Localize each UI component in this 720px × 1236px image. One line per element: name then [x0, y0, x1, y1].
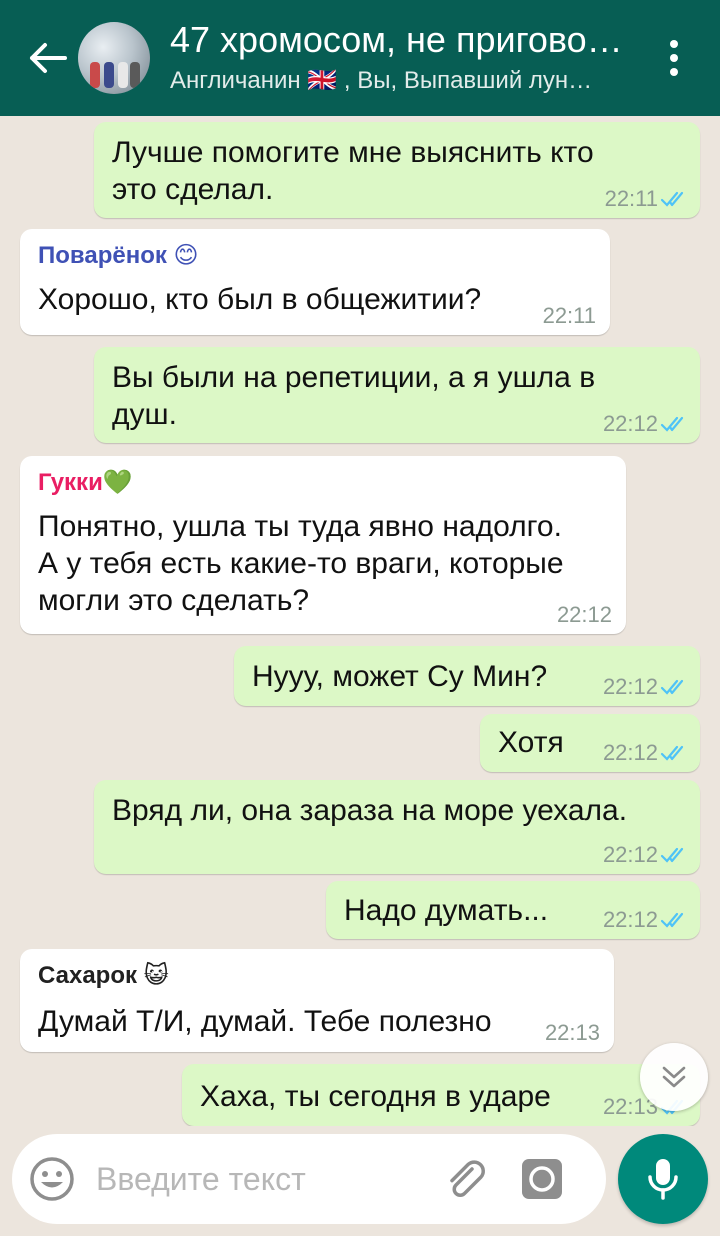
message-incoming[interactable]: Сахарок 😺 Думай Т/И, думай. Тебе полезно…: [20, 949, 614, 1052]
mic-icon: [648, 1159, 678, 1200]
message-time: 22:12: [556, 602, 612, 627]
message-incoming[interactable]: Гукки💚 Понятно, ушла ты туда явно надолг…: [20, 456, 626, 634]
message-outgoing[interactable]: Вряд ли, она зараза на море уехала. 22:1…: [94, 780, 700, 874]
double-check-icon: [660, 745, 684, 761]
camera-icon[interactable]: [520, 1157, 564, 1201]
double-check-icon: [660, 191, 684, 207]
message-time: 22:12: [602, 411, 658, 436]
message-text-line: Вы были на репетиции, а я ушла в: [112, 361, 596, 394]
message-list[interactable]: Лучше помогите мне выяснить кто это сдел…: [0, 116, 720, 1126]
group-avatar[interactable]: [78, 22, 150, 94]
message-time: 22:11: [604, 186, 658, 211]
message-text-line: душ.: [112, 398, 177, 431]
back-arrow-icon[interactable]: [28, 38, 68, 78]
message-text-line: Лучше помогите мне выяснить кто: [112, 136, 594, 169]
message-input[interactable]: [96, 1160, 436, 1198]
double-check-icon: [660, 679, 684, 695]
message-incoming[interactable]: Поварёнок 😊 Хорошо, кто был в общежитии?…: [20, 229, 610, 335]
emoji-icon[interactable]: [28, 1155, 76, 1203]
message-time: 22:13: [544, 1020, 600, 1045]
message-sender: Поварёнок 😊: [38, 242, 199, 269]
scroll-down-button[interactable]: [640, 1043, 708, 1111]
message-outgoing[interactable]: Лучше помогите мне выяснить кто это сдел…: [94, 122, 700, 218]
double-check-icon: [660, 847, 684, 863]
double-check-icon: [660, 416, 684, 432]
message-outgoing[interactable]: Надо думать... 22:12: [326, 881, 700, 939]
message-text-line: Понятно, ушла ты туда явно надолго.: [38, 510, 562, 543]
scroll-down-icon: [662, 1066, 686, 1088]
message-time: 22:12: [602, 907, 658, 932]
chat-participants: Англичанин 🇬🇧 , Вы, Выпавший лун…: [170, 67, 593, 94]
message-outgoing[interactable]: Хаха, ты сегодня в ударе 22:13: [182, 1064, 700, 1126]
message-sender: Сахарок 😺: [38, 962, 169, 989]
chat-title: 47 хромосом, не пригово…: [170, 19, 623, 60]
attach-icon[interactable]: [442, 1155, 490, 1203]
message-outgoing[interactable]: Хотя 22:12: [480, 714, 700, 772]
mic-button[interactable]: [618, 1134, 708, 1224]
chat-title-block[interactable]: 47 хромосом, не пригово… Англичанин 🇬🇧 ,…: [170, 18, 640, 98]
message-time: 22:12: [602, 674, 658, 699]
message-outgoing[interactable]: Нууу, может Су Мин? 22:12: [234, 646, 700, 706]
menu-icon[interactable]: [670, 40, 680, 82]
message-outgoing[interactable]: Вы были на репетиции, а я ушла в душ. 22…: [94, 347, 700, 443]
message-text-line: могли это сделать?: [38, 584, 310, 617]
message-text-line: Вряд ли, она зараза на море уехала.: [112, 794, 628, 827]
message-text-line: Думай Т/И, думай. Тебе полезно: [38, 1005, 492, 1038]
double-check-icon: [660, 912, 684, 928]
message-sender: Гукки💚: [38, 469, 133, 496]
chat-header: 47 хромосом, не пригово… Англичанин 🇬🇧 ,…: [0, 0, 720, 116]
message-time: 22:12: [602, 740, 658, 765]
message-composer: [12, 1134, 606, 1224]
message-text-line: Хорошо, кто был в общежитии?: [38, 283, 482, 316]
message-text-line: А у тебя есть какие-то враги, которые: [38, 547, 564, 580]
message-time: 22:11: [542, 303, 596, 328]
message-text-line: это сделал.: [112, 173, 274, 206]
message-time: 22:12: [602, 842, 658, 867]
